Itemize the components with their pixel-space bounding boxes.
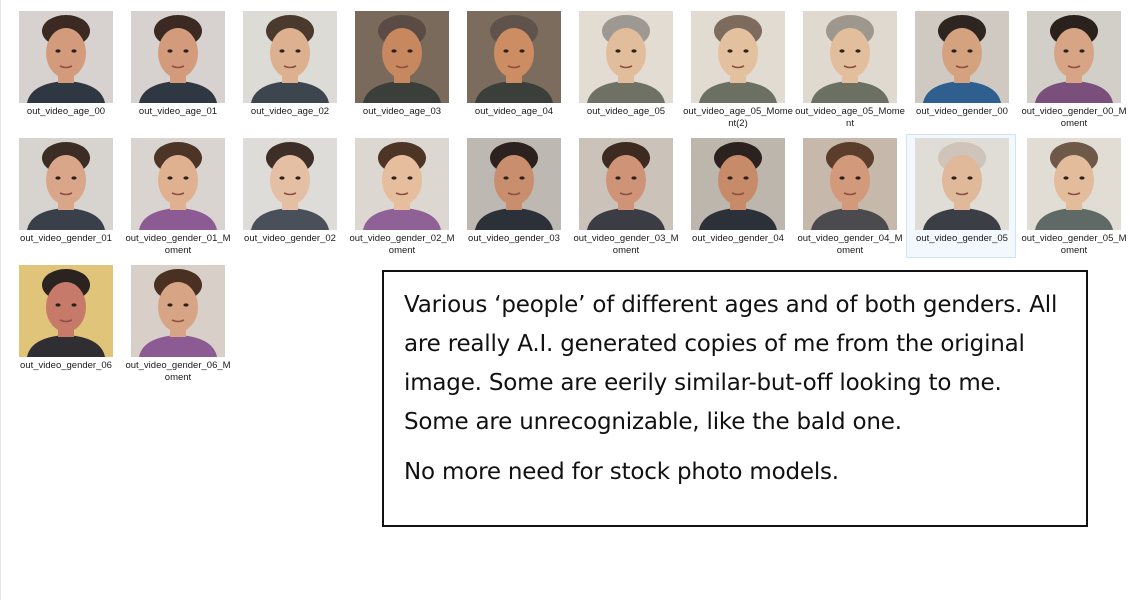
face-portrait: [691, 138, 785, 230]
file-name: out_video_age_03: [362, 106, 442, 117]
file-item[interactable]: out_video_gender_00_Moment: [1018, 7, 1128, 131]
file-item[interactable]: out_video_gender_00: [906, 7, 1016, 131]
file-name: out_video_gender_00_Moment: [1021, 106, 1127, 129]
face-portrait: [19, 265, 113, 357]
file-item[interactable]: out_video_gender_02: [234, 134, 344, 258]
portrait-thumbnail: [915, 11, 1009, 103]
file-name: out_video_age_05_Moment: [795, 106, 905, 129]
face-portrait: [915, 138, 1009, 230]
file-name: out_video_gender_02: [244, 233, 336, 244]
face-portrait: [467, 138, 561, 230]
face-portrait: [803, 138, 897, 230]
file-name: out_video_gender_03: [468, 233, 560, 244]
face-portrait: [355, 138, 449, 230]
caption-paragraph-2: No more need for stock photo models.: [404, 459, 839, 485]
file-item[interactable]: out_video_gender_05_Moment: [1018, 134, 1128, 258]
portrait-thumbnail: [19, 265, 113, 357]
file-item[interactable]: out_video_gender_01_Moment: [122, 134, 232, 258]
file-item[interactable]: out_video_age_04: [458, 7, 568, 131]
file-item[interactable]: out_video_age_03: [346, 7, 456, 131]
file-name: out_video_gender_01_Moment: [125, 233, 231, 256]
portrait-thumbnail: [131, 11, 225, 103]
face-portrait: [691, 11, 785, 103]
file-item[interactable]: out_video_age_02: [234, 7, 344, 131]
file-item[interactable]: out_video_age_05: [570, 7, 680, 131]
file-item[interactable]: out_video_age_05_Moment: [794, 7, 905, 131]
file-item[interactable]: out_video_gender_03: [458, 134, 568, 258]
portrait-thumbnail: [1027, 11, 1121, 103]
file-name: out_video_gender_02_Moment: [349, 233, 455, 256]
portrait-thumbnail: [131, 138, 225, 230]
caption-paragraph-1: Various ‘people’ of different ages and o…: [404, 292, 1058, 435]
file-item[interactable]: out_video_gender_01: [10, 134, 120, 258]
portrait-thumbnail: [579, 138, 673, 230]
file-name: out_video_gender_00: [916, 106, 1008, 117]
portrait-thumbnail: [467, 11, 561, 103]
file-item[interactable]: out_video_age_00: [10, 7, 120, 131]
file-item[interactable]: out_video_gender_03_Moment: [570, 134, 680, 258]
portrait-thumbnail: [1027, 138, 1121, 230]
portrait-thumbnail: [691, 11, 785, 103]
face-portrait: [1027, 11, 1121, 103]
file-item[interactable]: out_video_gender_05: [906, 134, 1016, 258]
face-portrait: [131, 11, 225, 103]
file-name: out_video_age_05: [586, 106, 666, 117]
caption-box: Various ‘people’ of different ages and o…: [382, 270, 1088, 527]
face-portrait: [131, 138, 225, 230]
file-name: out_video_gender_04: [692, 233, 784, 244]
file-item[interactable]: out_video_gender_04_Moment: [794, 134, 904, 258]
portrait-thumbnail: [915, 138, 1009, 230]
file-name: out_video_gender_06_Moment: [125, 360, 231, 383]
face-portrait: [467, 11, 561, 103]
portrait-thumbnail: [243, 138, 337, 230]
portrait-thumbnail: [579, 11, 673, 103]
file-name: out_video_gender_01: [20, 233, 112, 244]
file-name: out_video_gender_06: [20, 360, 112, 371]
portrait-thumbnail: [19, 138, 113, 230]
file-name: out_video_age_04: [474, 106, 554, 117]
file-name: out_video_age_05_Moment(2): [683, 106, 793, 129]
portrait-thumbnail: [131, 265, 225, 357]
face-portrait: [131, 265, 225, 357]
file-name: out_video_age_00: [26, 106, 106, 117]
file-item[interactable]: out_video_gender_02_Moment: [346, 134, 456, 258]
portrait-thumbnail: [691, 138, 785, 230]
face-portrait: [19, 138, 113, 230]
face-portrait: [1027, 138, 1121, 230]
portrait-thumbnail: [355, 11, 449, 103]
file-name: out_video_gender_04_Moment: [797, 233, 903, 256]
file-name: out_video_gender_03_Moment: [573, 233, 679, 256]
file-item[interactable]: out_video_age_01: [122, 7, 232, 131]
portrait-thumbnail: [355, 138, 449, 230]
file-name: out_video_gender_05: [916, 233, 1008, 244]
file-name: out_video_age_01: [138, 106, 218, 117]
face-portrait: [579, 11, 673, 103]
face-portrait: [915, 11, 1009, 103]
file-item[interactable]: out_video_age_05_Moment(2): [682, 7, 793, 131]
file-name: out_video_age_02: [250, 106, 330, 117]
portrait-thumbnail: [19, 11, 113, 103]
portrait-thumbnail: [243, 11, 337, 103]
face-portrait: [355, 11, 449, 103]
file-item[interactable]: out_video_gender_04: [682, 134, 792, 258]
file-item[interactable]: out_video_gender_06: [10, 261, 120, 385]
file-item[interactable]: out_video_gender_06_Moment: [122, 261, 232, 385]
face-portrait: [243, 11, 337, 103]
portrait-thumbnail: [803, 138, 897, 230]
face-portrait: [579, 138, 673, 230]
portrait-thumbnail: [803, 11, 897, 103]
face-portrait: [243, 138, 337, 230]
face-portrait: [19, 11, 113, 103]
portrait-thumbnail: [467, 138, 561, 230]
face-portrait: [803, 11, 897, 103]
window-left-edge: [0, 0, 1, 600]
file-name: out_video_gender_05_Moment: [1021, 233, 1127, 256]
